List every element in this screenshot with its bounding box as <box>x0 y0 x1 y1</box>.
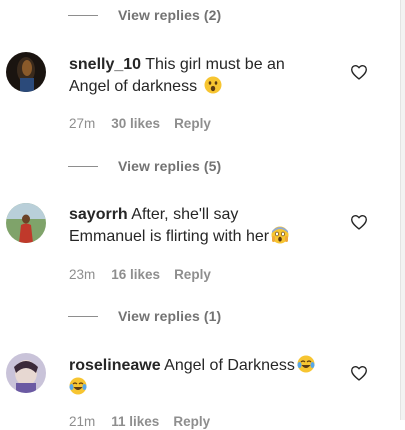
view-replies-label: View replies (5) <box>118 158 222 174</box>
view-replies-label: View replies (1) <box>118 308 222 324</box>
reply-button[interactable]: Reply <box>174 116 211 131</box>
avatar[interactable] <box>6 52 46 92</box>
heart-outline-icon[interactable] <box>350 365 368 381</box>
comment-text: sayorrh After, she'll say Emmanuel is fl… <box>69 204 331 248</box>
likes-count[interactable]: 16 likes <box>111 267 160 282</box>
comment-text: roselineawe Angel of Darkness <box>69 355 331 399</box>
comment-username[interactable]: sayorrh <box>69 206 128 223</box>
comment-meta: 21m 11 likes Reply <box>69 412 210 430</box>
comment-body: Angel of Darkness <box>164 357 295 374</box>
comment-time: 23m <box>69 266 96 282</box>
likes-count[interactable]: 30 likes <box>111 116 160 131</box>
comment-username[interactable]: roselineawe <box>69 357 161 374</box>
avatar[interactable] <box>6 203 46 243</box>
comment-meta: 27m 30 likes Reply <box>69 114 211 132</box>
astonished-face-icon <box>204 76 222 94</box>
heart-outline-icon[interactable] <box>350 64 368 80</box>
comment-username[interactable]: snelly_10 <box>69 56 141 73</box>
comment-body: After, she'll say <box>131 206 239 223</box>
likes-count[interactable]: 11 likes <box>111 414 159 429</box>
view-replies-label: View replies (2) <box>118 7 222 23</box>
comment-time: 27m <box>69 115 96 131</box>
view-replies-button[interactable]: View replies (2) <box>68 6 221 24</box>
divider-line <box>68 14 98 16</box>
face-with-tears-of-joy-icon <box>69 377 87 395</box>
heart-outline-icon[interactable] <box>350 214 368 230</box>
reply-button[interactable]: Reply <box>173 414 210 429</box>
comment-text: snelly_10 This girl must be an Angel of … <box>69 54 331 98</box>
scrollbar[interactable] <box>400 0 405 420</box>
comment-body-line2: Angel of darkness <box>69 78 198 95</box>
avatar[interactable] <box>6 353 46 393</box>
comment-body: This girl must be an <box>145 56 285 73</box>
comment-body-line2: Emmanuel is flirting with her <box>69 228 270 245</box>
view-replies-button[interactable]: View replies (5) <box>68 157 221 175</box>
view-replies-button[interactable]: View replies (1) <box>68 307 221 325</box>
divider-line <box>68 165 98 167</box>
face-with-tears-of-joy-icon <box>297 355 315 373</box>
face-screaming-in-fear-icon <box>271 226 289 244</box>
comment-time: 21m <box>69 413 96 429</box>
divider-line <box>68 315 98 317</box>
reply-button[interactable]: Reply <box>174 267 211 282</box>
comment-meta: 23m 16 likes Reply <box>69 265 211 283</box>
